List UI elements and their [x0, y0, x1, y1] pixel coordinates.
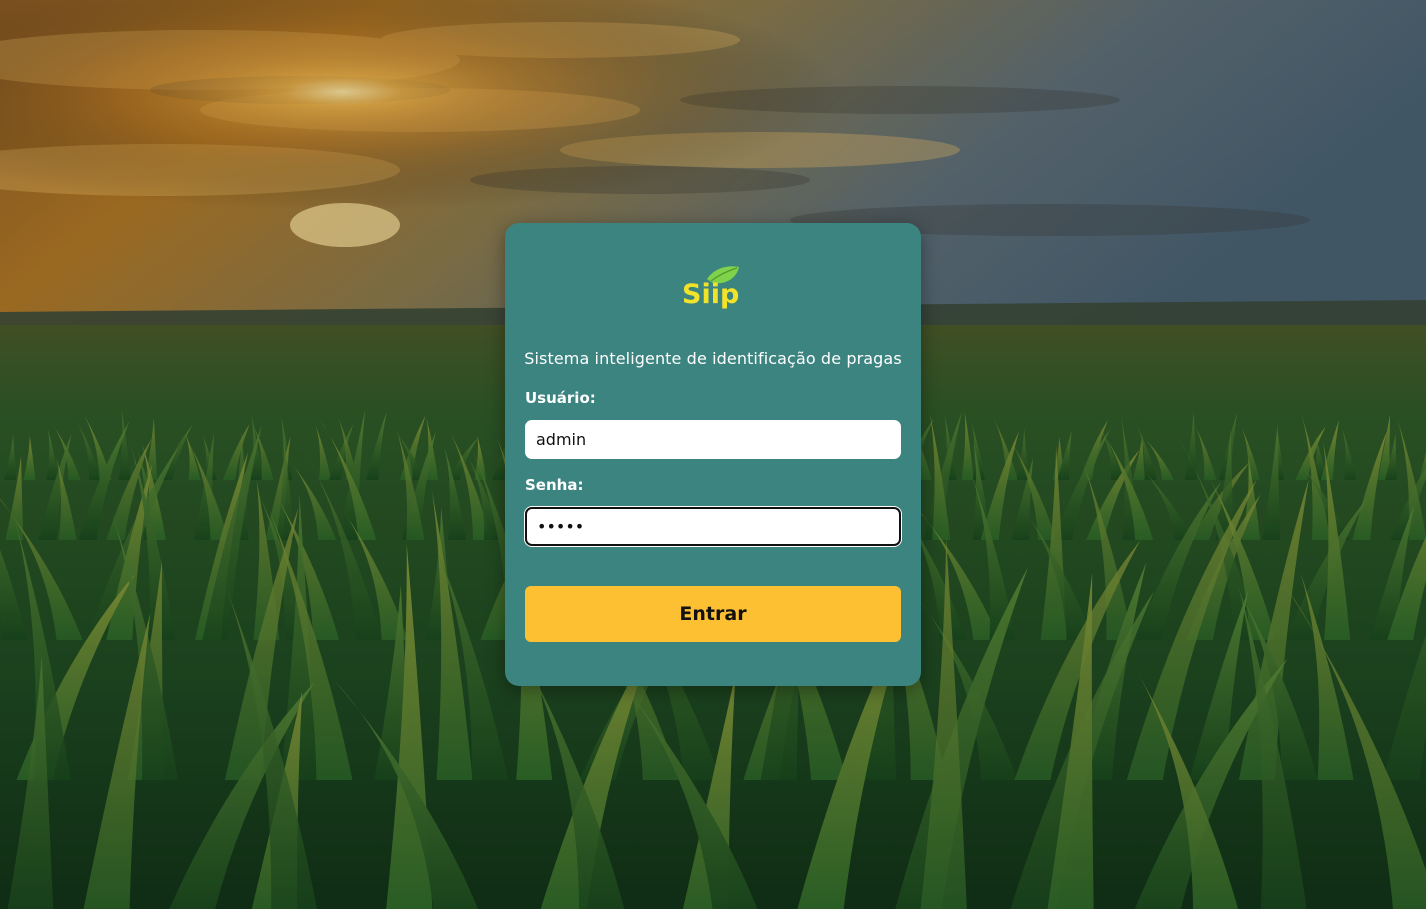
login-button[interactable]: Entrar: [525, 586, 901, 642]
app-logo: Siip: [681, 263, 743, 313]
password-label: Senha:: [525, 476, 584, 494]
password-input[interactable]: [525, 507, 901, 546]
logo-text: Siip: [682, 279, 739, 310]
username-label: Usuário:: [525, 389, 596, 407]
app-subtitle: Sistema inteligente de identificação de …: [524, 349, 902, 368]
login-card: Siip Sistema inteligente de identificaçã…: [505, 223, 921, 686]
username-input[interactable]: [525, 420, 901, 459]
